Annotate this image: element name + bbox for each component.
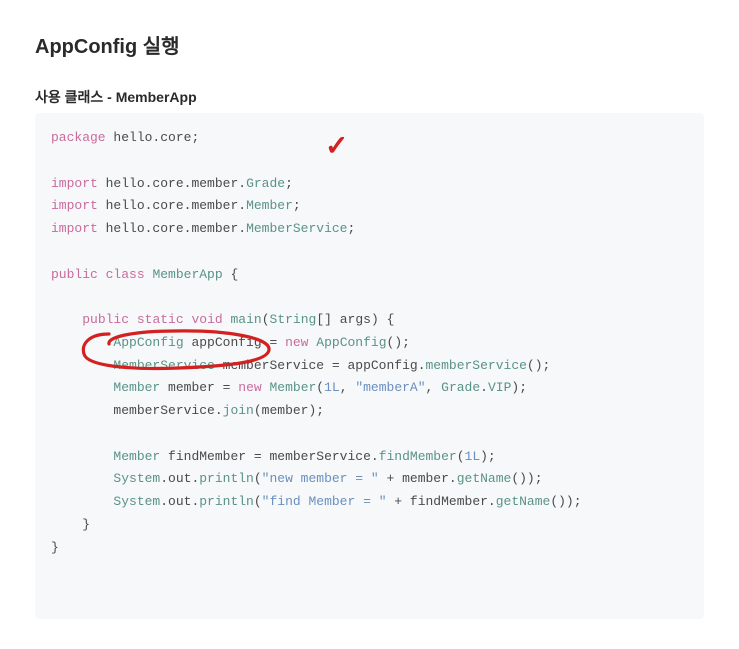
var-memberservice: memberService	[223, 358, 324, 373]
const-vip: VIP	[488, 380, 511, 395]
method-main: main	[231, 312, 262, 327]
keyword-static: static	[137, 312, 184, 327]
literal-1L: 1L	[324, 380, 340, 395]
subtitle: 사용 클래스 - MemberApp	[35, 87, 704, 107]
keyword-public: public	[51, 267, 98, 282]
type-grade: Grade	[246, 176, 285, 191]
string-find-member: "find Member = "	[262, 494, 387, 509]
string-new-member: "new member = "	[262, 471, 379, 486]
type-appconfig: AppConfig	[113, 335, 183, 350]
type-grade: Grade	[441, 380, 480, 395]
keyword-void: void	[191, 312, 222, 327]
call-println: println	[199, 494, 254, 509]
page-title: AppConfig 실행	[35, 30, 704, 59]
class-name: MemberApp	[152, 267, 222, 282]
type-member: Member	[113, 380, 160, 395]
type-appconfig: AppConfig	[316, 335, 386, 350]
keyword-import: import	[51, 198, 98, 213]
call-findmember: findMember	[379, 449, 457, 464]
type-member: Member	[113, 449, 160, 464]
type-memberservice: MemberService	[113, 358, 214, 373]
type-string: String	[270, 312, 317, 327]
keyword-new: new	[285, 335, 308, 350]
keyword-new: new	[238, 380, 261, 395]
keyword-import: import	[51, 176, 98, 191]
checkmark-annotation: ✓	[325, 121, 348, 170]
pkg-name: hello.core	[113, 130, 191, 145]
literal-1L: 1L	[465, 449, 481, 464]
type-system: System	[113, 471, 160, 486]
call-getname: getName	[496, 494, 551, 509]
call-memberservice: memberService	[426, 358, 527, 373]
var-appconfig: appConfig	[191, 335, 261, 350]
code-block: package hello.core; import hello.core.me…	[35, 113, 704, 619]
type-member: Member	[246, 198, 293, 213]
param-args: args	[340, 312, 371, 327]
call-getname: getName	[457, 471, 512, 486]
type-system: System	[113, 494, 160, 509]
type-memberservice: MemberService	[246, 221, 347, 236]
string-memberA: "memberA"	[355, 380, 425, 395]
var-member: member	[168, 380, 215, 395]
type-member: Member	[269, 380, 316, 395]
call-join: join	[223, 403, 254, 418]
import-path: hello.core.member	[106, 198, 239, 213]
import-path: hello.core.member	[106, 176, 239, 191]
import-path: hello.core.member	[106, 221, 239, 236]
keyword-class: class	[106, 267, 145, 282]
keyword-import: import	[51, 221, 98, 236]
keyword-public: public	[82, 312, 129, 327]
call-println: println	[199, 471, 254, 486]
var-findmember: findMember	[168, 449, 246, 464]
keyword-package: package	[51, 130, 106, 145]
